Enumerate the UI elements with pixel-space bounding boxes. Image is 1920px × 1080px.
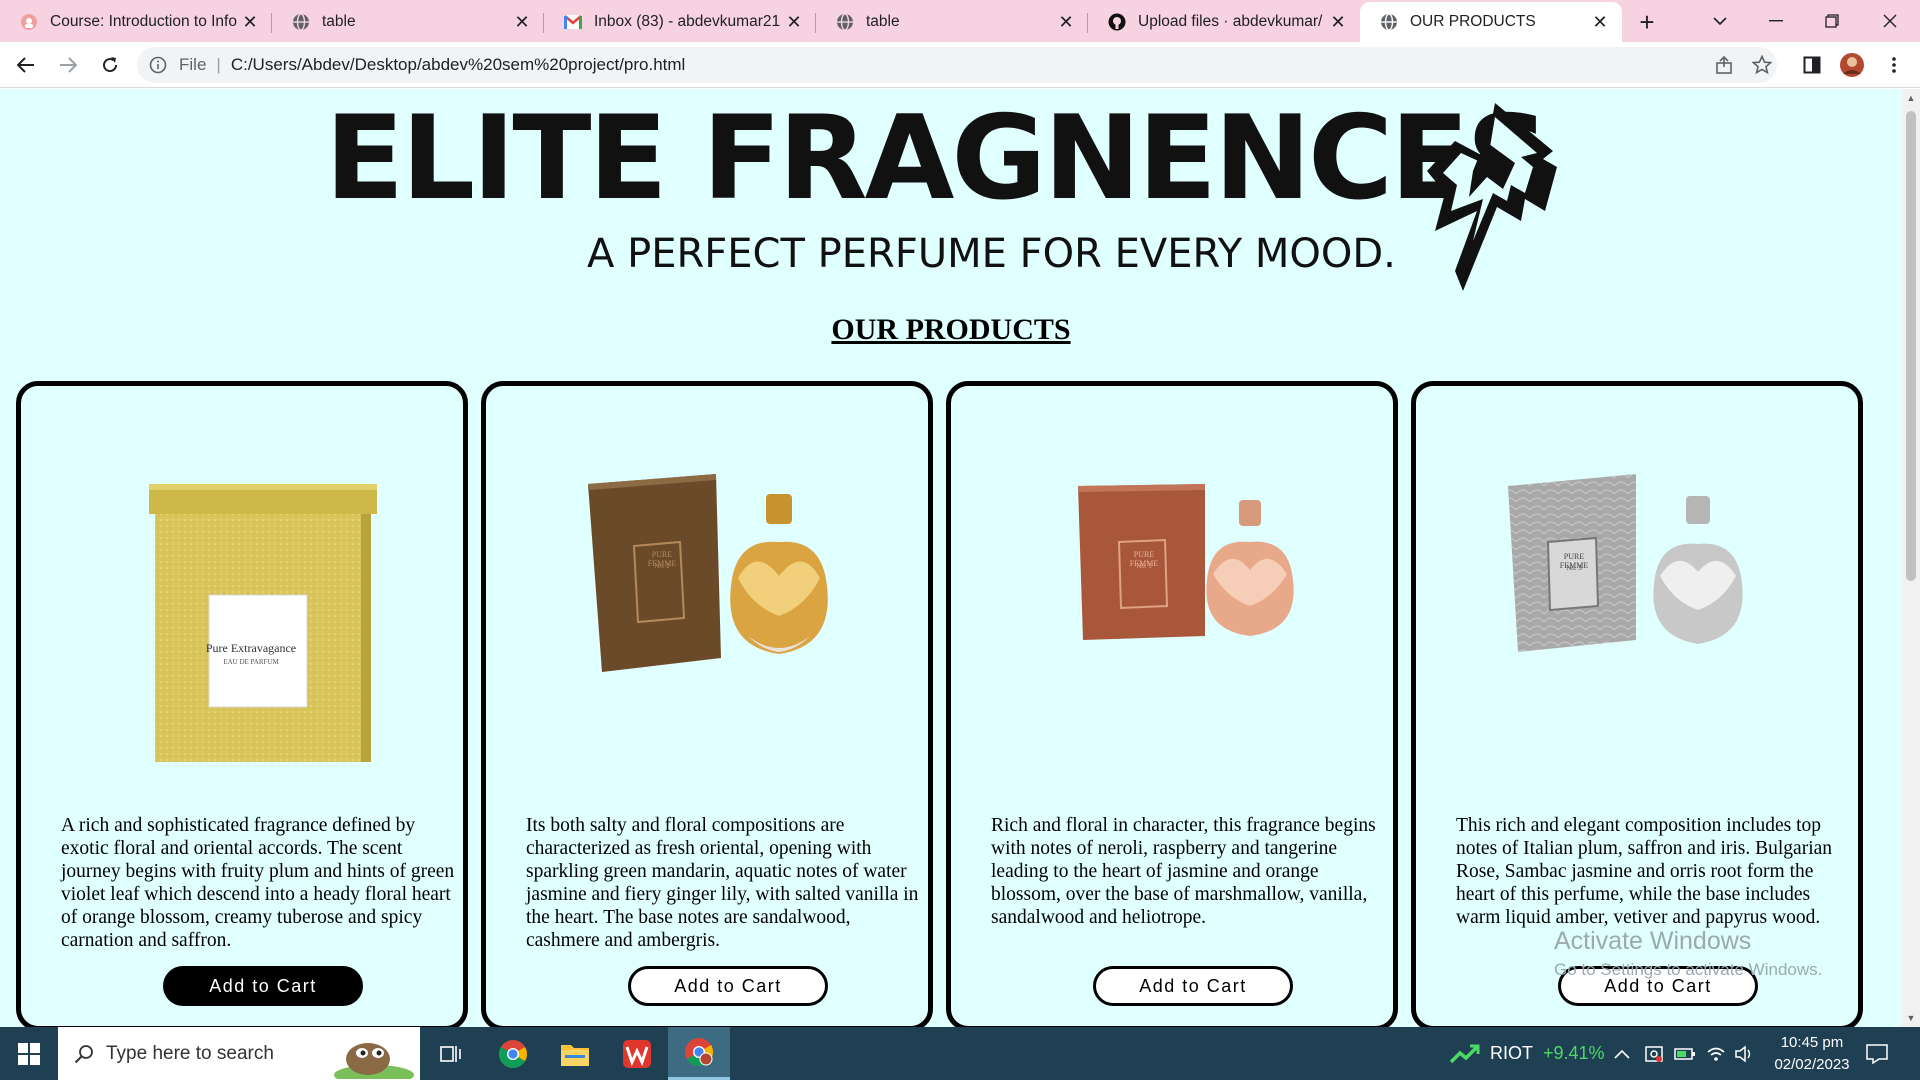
stock-name: RIOT <box>1490 1043 1533 1063</box>
tab-github[interactable]: Upload files · abdevkumar/ ✕ <box>1088 2 1360 42</box>
box-sublabel: No. 1 <box>1136 562 1152 570</box>
vertical-scrollbar[interactable]: ▲ ▼ <box>1902 89 1920 1027</box>
profile-avatar[interactable] <box>1836 50 1868 80</box>
more-menu-icon[interactable] <box>1878 50 1910 80</box>
close-icon[interactable]: ✕ <box>1590 12 1610 32</box>
scroll-up-arrow-icon[interactable]: ▲ <box>1906 93 1916 103</box>
back-arrow-icon[interactable] <box>6 45 46 85</box>
tab-search-chevron-icon[interactable] <box>1692 0 1748 42</box>
gmail-icon <box>564 13 582 31</box>
file-explorer-icon[interactable] <box>544 1027 606 1080</box>
share-icon[interactable] <box>1708 50 1740 80</box>
taskbar-search-box[interactable]: Type here to search <box>58 1027 420 1080</box>
box-label: Pure Extravagance <box>205 641 297 655</box>
wps-office-icon[interactable] <box>606 1027 668 1080</box>
bookmark-star-icon[interactable] <box>1746 50 1778 80</box>
chrome-icon[interactable] <box>482 1027 544 1080</box>
windows-start-icon[interactable] <box>0 1027 58 1080</box>
product-description: Its both salty and floral compositions a… <box>526 815 919 951</box>
reload-icon[interactable] <box>90 45 130 85</box>
taskbar-clock[interactable]: 10:45 pm 02/02/2023 <box>1762 1032 1862 1076</box>
product-image <box>149 484 377 762</box>
product-description: Rich and floral in character, this fragr… <box>991 815 1376 928</box>
chrome-active-window-icon[interactable] <box>668 1027 730 1080</box>
tab-title: table <box>866 13 900 30</box>
product-description: A rich and sophisticated fragrance defin… <box>61 815 455 951</box>
notification-center-icon[interactable] <box>1866 1027 1888 1080</box>
add-to-cart-button[interactable]: Add to Cart <box>163 966 363 1006</box>
close-icon[interactable]: ✕ <box>1328 12 1348 32</box>
stock-change: +9.41% <box>1543 1043 1605 1063</box>
clock-time: 10:45 pm <box>1780 1034 1844 1051</box>
tab-strip: Course: Introduction to Info ✕ table ✕ I… <box>0 0 1920 42</box>
product-description: This rich and elegant composition includ… <box>1456 815 1833 928</box>
brand-tagline: A PERFECT PERFUME FOR EVERY MOOD. <box>587 231 1396 277</box>
globe-icon <box>836 13 854 31</box>
moodle-icon <box>20 13 38 31</box>
tab-title: Course: Introduction to Info <box>50 13 237 30</box>
search-highlight-icon <box>334 1043 414 1079</box>
side-panel-icon[interactable] <box>1796 50 1828 80</box>
product-image <box>1508 474 1743 652</box>
product-image <box>588 474 828 672</box>
forward-arrow-icon[interactable] <box>48 45 88 85</box>
page-viewport: ELITE FRAGNENCES A PERFECT PERFUME FOR E… <box>0 89 1902 1027</box>
stock-widget[interactable]: RIOT +9.41% <box>1450 1027 1605 1080</box>
browser-toolbar: File | C:/Users/Abdev/Desktop/abdev%20se… <box>0 42 1920 88</box>
tab-table-1[interactable]: table ✕ <box>272 2 544 42</box>
task-view-icon[interactable] <box>420 1027 482 1080</box>
box-sublabel: EAU DE PARFUM <box>223 658 279 666</box>
close-icon[interactable]: ✕ <box>512 12 532 32</box>
stock-trend-up-icon <box>1450 1044 1480 1063</box>
product-image <box>1078 484 1294 640</box>
globe-icon <box>1380 13 1398 31</box>
restore-button[interactable] <box>1804 0 1860 42</box>
tab-our-products[interactable]: OUR PRODUCTS ✕ <box>1360 2 1622 42</box>
box-sublabel: No. 3 <box>1566 564 1582 572</box>
tab-table-2[interactable]: table ✕ <box>816 2 1088 42</box>
wifi-icon[interactable] <box>1706 1027 1726 1080</box>
add-to-cart-button[interactable]: Add to Cart <box>1093 966 1293 1006</box>
page-heading: OUR PRODUCTS <box>831 313 1071 346</box>
search-placeholder: Type here to search <box>106 1042 274 1064</box>
product-card: Pure Extravagance EAU DE PARFUM A rich a… <box>16 381 468 1027</box>
security-shield-icon[interactable] <box>1644 1027 1664 1080</box>
windows-taskbar: Type here to search RIOT +9.41% 10:45 pm… <box>0 1027 1920 1080</box>
scroll-down-arrow-icon[interactable]: ▼ <box>1906 1013 1916 1023</box>
url-text: C:/Users/Abdev/Desktop/abdev%20sem%20pro… <box>230 55 686 74</box>
new-tab-button[interactable]: + <box>1626 2 1668 42</box>
tab-title: Inbox (83) - abdevkumar21 <box>594 13 781 30</box>
address-bar[interactable]: File | C:/Users/Abdev/Desktop/abdev%20se… <box>137 47 1777 83</box>
box-sublabel: No. 2 <box>654 562 670 570</box>
url-scheme: File <box>179 55 207 74</box>
tab-title: OUR PRODUCTS <box>1410 13 1536 30</box>
show-hidden-icons-chevron-icon[interactable] <box>1614 1027 1630 1080</box>
product-card: PURE FEMME No. 2 Its both salty and flor… <box>481 381 933 1027</box>
battery-icon[interactable] <box>1674 1027 1696 1080</box>
scrollbar-thumb[interactable] <box>1906 111 1916 581</box>
tab-course[interactable]: Course: Introduction to Info ✕ <box>0 2 272 42</box>
tab-title: table <box>322 13 356 30</box>
watermark-title: Activate Windows <box>1554 927 1752 955</box>
close-icon[interactable]: ✕ <box>240 12 260 32</box>
tab-title: Upload files · abdevkumar/ <box>1138 13 1323 30</box>
volume-icon[interactable] <box>1734 1027 1754 1080</box>
brand-name: ELITE FRAGNENCES <box>325 91 1550 226</box>
activate-windows-watermark: Activate Windows Go to Settings to activ… <box>1554 927 1822 980</box>
minimize-button[interactable] <box>1748 0 1804 42</box>
brand-logo: ELITE FRAGNENCES A PERFECT PERFUME FOR E… <box>325 91 1575 291</box>
clock-date: 02/02/2023 <box>1774 1056 1850 1073</box>
close-icon[interactable]: ✕ <box>784 12 804 32</box>
add-to-cart-button[interactable]: Add to Cart <box>628 966 828 1006</box>
github-icon <box>1108 13 1126 31</box>
info-icon[interactable] <box>149 56 171 74</box>
watermark-subtitle: Go to Settings to activate Windows. <box>1554 960 1823 979</box>
product-card: PURE FEMME No. 1 Rich and floral in char… <box>946 381 1398 1027</box>
fleur-emblem-icon <box>1427 103 1557 291</box>
close-icon[interactable]: ✕ <box>1056 12 1076 32</box>
close-window-button[interactable] <box>1862 0 1918 42</box>
globe-icon <box>292 13 310 31</box>
tab-gmail[interactable]: Inbox (83) - abdevkumar21 ✕ <box>544 2 816 42</box>
search-icon <box>74 1044 94 1064</box>
